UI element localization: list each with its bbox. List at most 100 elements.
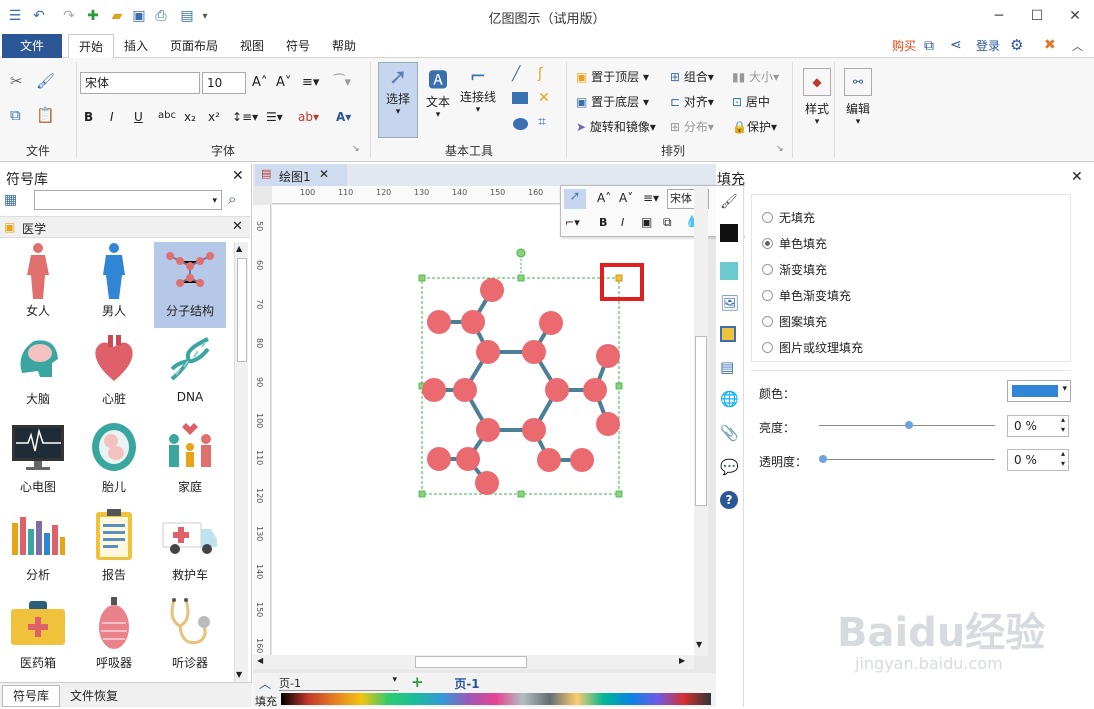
- scroll-up-icon[interactable]: ▲: [236, 244, 242, 253]
- close-icon[interactable]: ✕: [232, 219, 243, 234]
- font-color-icon[interactable]: A▾: [336, 110, 351, 124]
- italic-icon[interactable]: I: [110, 110, 114, 124]
- symbol-report[interactable]: 报告: [78, 506, 150, 592]
- symbol-family[interactable]: 家庭: [154, 418, 226, 504]
- shrink-font-icon[interactable]: A˅: [276, 75, 291, 90]
- help-icon[interactable]: ?: [720, 491, 738, 509]
- brightness-slider[interactable]: [819, 421, 995, 429]
- search-icon[interactable]: ⌕: [228, 190, 236, 208]
- symbol-search-input[interactable]: ▾: [34, 190, 222, 210]
- shrink-font-icon[interactable]: A˅: [619, 191, 633, 205]
- symbol-brain[interactable]: 大脑: [2, 330, 74, 416]
- color-palette[interactable]: [281, 693, 711, 705]
- option-pattern-fill[interactable]: 图案填充: [762, 313, 827, 330]
- spinner-icon[interactable]: ▴ ▾: [1061, 449, 1065, 469]
- option-solid-fill[interactable]: 单色填充: [762, 235, 827, 252]
- subscript-icon[interactable]: x₂: [184, 110, 196, 124]
- size-button[interactable]: ▮▮ 大小▾: [732, 68, 779, 85]
- menu-view[interactable]: 视图: [230, 34, 274, 58]
- symbol-man[interactable]: 男人: [78, 242, 150, 328]
- protect-button[interactable]: 🔒保护▾: [732, 118, 777, 135]
- page-select[interactable]: 页-1 ▾: [279, 675, 399, 691]
- paste-icon[interactable]: 📋: [36, 106, 55, 124]
- canvas-vscrollbar[interactable]: ▼: [694, 186, 708, 656]
- document-tab[interactable]: ▤ 绘图1 ✕: [255, 164, 347, 186]
- buy-link[interactable]: 购买: [882, 34, 926, 58]
- maximize-icon[interactable]: ☐: [1022, 5, 1052, 27]
- molecule-shape[interactable]: [410, 245, 630, 505]
- crop-icon[interactable]: ⌗: [538, 114, 546, 130]
- transparency-slider[interactable]: [819, 455, 995, 463]
- library-grid-icon[interactable]: ▦: [4, 192, 17, 208]
- align-button[interactable]: ⊏ 对齐▾: [670, 93, 714, 110]
- align-text-icon[interactable]: ≡▾: [643, 191, 659, 205]
- strikethrough-icon[interactable]: abc: [158, 110, 176, 121]
- symbol-dna[interactable]: DNA: [154, 330, 226, 416]
- menu-page-layout[interactable]: 页面布局: [160, 34, 228, 58]
- rotate-handle[interactable]: [516, 248, 526, 258]
- chevron-up-icon[interactable]: ︿: [259, 675, 271, 692]
- layer-icon[interactable]: [720, 326, 736, 342]
- canvas-hscrollbar[interactable]: ◀ ▶: [253, 655, 694, 669]
- send-back-icon[interactable]: ⧉: [663, 215, 672, 230]
- ellipse-icon[interactable]: [513, 118, 528, 130]
- scroll-left-icon[interactable]: ◀: [257, 656, 263, 665]
- color-picker[interactable]: ▾: [1007, 380, 1071, 402]
- cut-icon[interactable]: ✂: [10, 72, 23, 90]
- scroll-down-icon[interactable]: ▼: [236, 670, 242, 679]
- option-gradient-fill[interactable]: 渐变填充: [762, 261, 827, 278]
- grow-font-icon[interactable]: A˄: [252, 75, 267, 90]
- share-screen-icon[interactable]: ⧉: [924, 38, 934, 54]
- font-name-select[interactable]: 宋体: [80, 72, 200, 94]
- symbol-respirator[interactable]: 呼吸器: [78, 594, 150, 680]
- send-back-button[interactable]: ▣ 置于底层 ▾: [576, 93, 649, 110]
- rectangle-icon[interactable]: [512, 92, 528, 104]
- tab-file-recovery[interactable]: 文件恢复: [70, 687, 118, 704]
- bold-icon[interactable]: B: [599, 216, 607, 229]
- share-icon[interactable]: ⋖: [950, 37, 962, 53]
- align-text-icon[interactable]: ≡▾: [302, 75, 319, 90]
- brightness-input[interactable]: 0 % ▴ ▾: [1007, 415, 1069, 437]
- symbol-ambulance[interactable]: 救护车: [154, 506, 226, 592]
- comment-icon[interactable]: 💬: [720, 458, 739, 476]
- fill-bucket-icon[interactable]: 🖌: [720, 194, 738, 210]
- collapse-ribbon-icon[interactable]: ︿: [1072, 38, 1083, 54]
- add-page-icon[interactable]: +: [411, 673, 424, 691]
- bring-front-button[interactable]: ▣ 置于顶层 ▾: [576, 68, 649, 85]
- category-header[interactable]: ▣ 医学 ✕: [0, 216, 250, 238]
- italic-icon[interactable]: I: [621, 216, 624, 229]
- close-icon[interactable]: ✕: [1060, 5, 1090, 27]
- option-no-fill[interactable]: 无填充: [762, 209, 815, 226]
- image-icon[interactable]: 🖼: [720, 294, 739, 312]
- close-icon[interactable]: ✕: [232, 168, 244, 184]
- highlight-icon[interactable]: ab▾: [298, 110, 319, 124]
- connector-icon[interactable]: ⌐▾: [565, 216, 580, 229]
- scrollbar-thumb[interactable]: [695, 336, 707, 506]
- symbol-analysis[interactable]: 分析: [2, 506, 74, 592]
- attachment-icon[interactable]: 📎: [720, 424, 739, 442]
- menu-file[interactable]: 文件: [2, 34, 62, 58]
- option-single-gradient-fill[interactable]: 单色渐变填充: [762, 287, 851, 304]
- transparency-input[interactable]: 0 % ▴ ▾: [1007, 449, 1069, 471]
- style-button[interactable]: ◆ 样式 ▾: [800, 64, 834, 140]
- menu-help[interactable]: 帮助: [322, 34, 366, 58]
- connector-tool-button[interactable]: ⌐ 连接线 ▾: [458, 62, 498, 138]
- menu-insert[interactable]: 插入: [114, 34, 158, 58]
- pointer-icon[interactable]: ➚: [564, 189, 586, 209]
- bring-front-icon[interactable]: ▣: [641, 215, 652, 229]
- tab-symbol-library[interactable]: 符号库: [2, 685, 60, 707]
- symbol-fetus[interactable]: 胎儿: [78, 418, 150, 504]
- superscript-icon[interactable]: x²: [208, 110, 220, 124]
- symbol-scrollbar[interactable]: ▲ ▼: [234, 242, 248, 684]
- group-button[interactable]: ⊞ 组合▾: [670, 68, 714, 85]
- symbol-heart[interactable]: 心脏: [78, 330, 150, 416]
- copy-icon[interactable]: ⧉: [10, 106, 21, 124]
- curve-icon[interactable]: ʃ: [538, 66, 543, 82]
- close-icon[interactable]: ✕: [319, 167, 329, 181]
- arrange-dialog-icon[interactable]: ↘: [776, 144, 784, 154]
- scroll-down-icon[interactable]: ▼: [696, 640, 702, 649]
- globe-icon[interactable]: 🌐: [720, 390, 739, 408]
- format-painter-icon[interactable]: 🖌: [36, 72, 55, 90]
- slider-thumb[interactable]: [905, 421, 913, 429]
- symbol-ecg[interactable]: 心电图: [2, 418, 74, 504]
